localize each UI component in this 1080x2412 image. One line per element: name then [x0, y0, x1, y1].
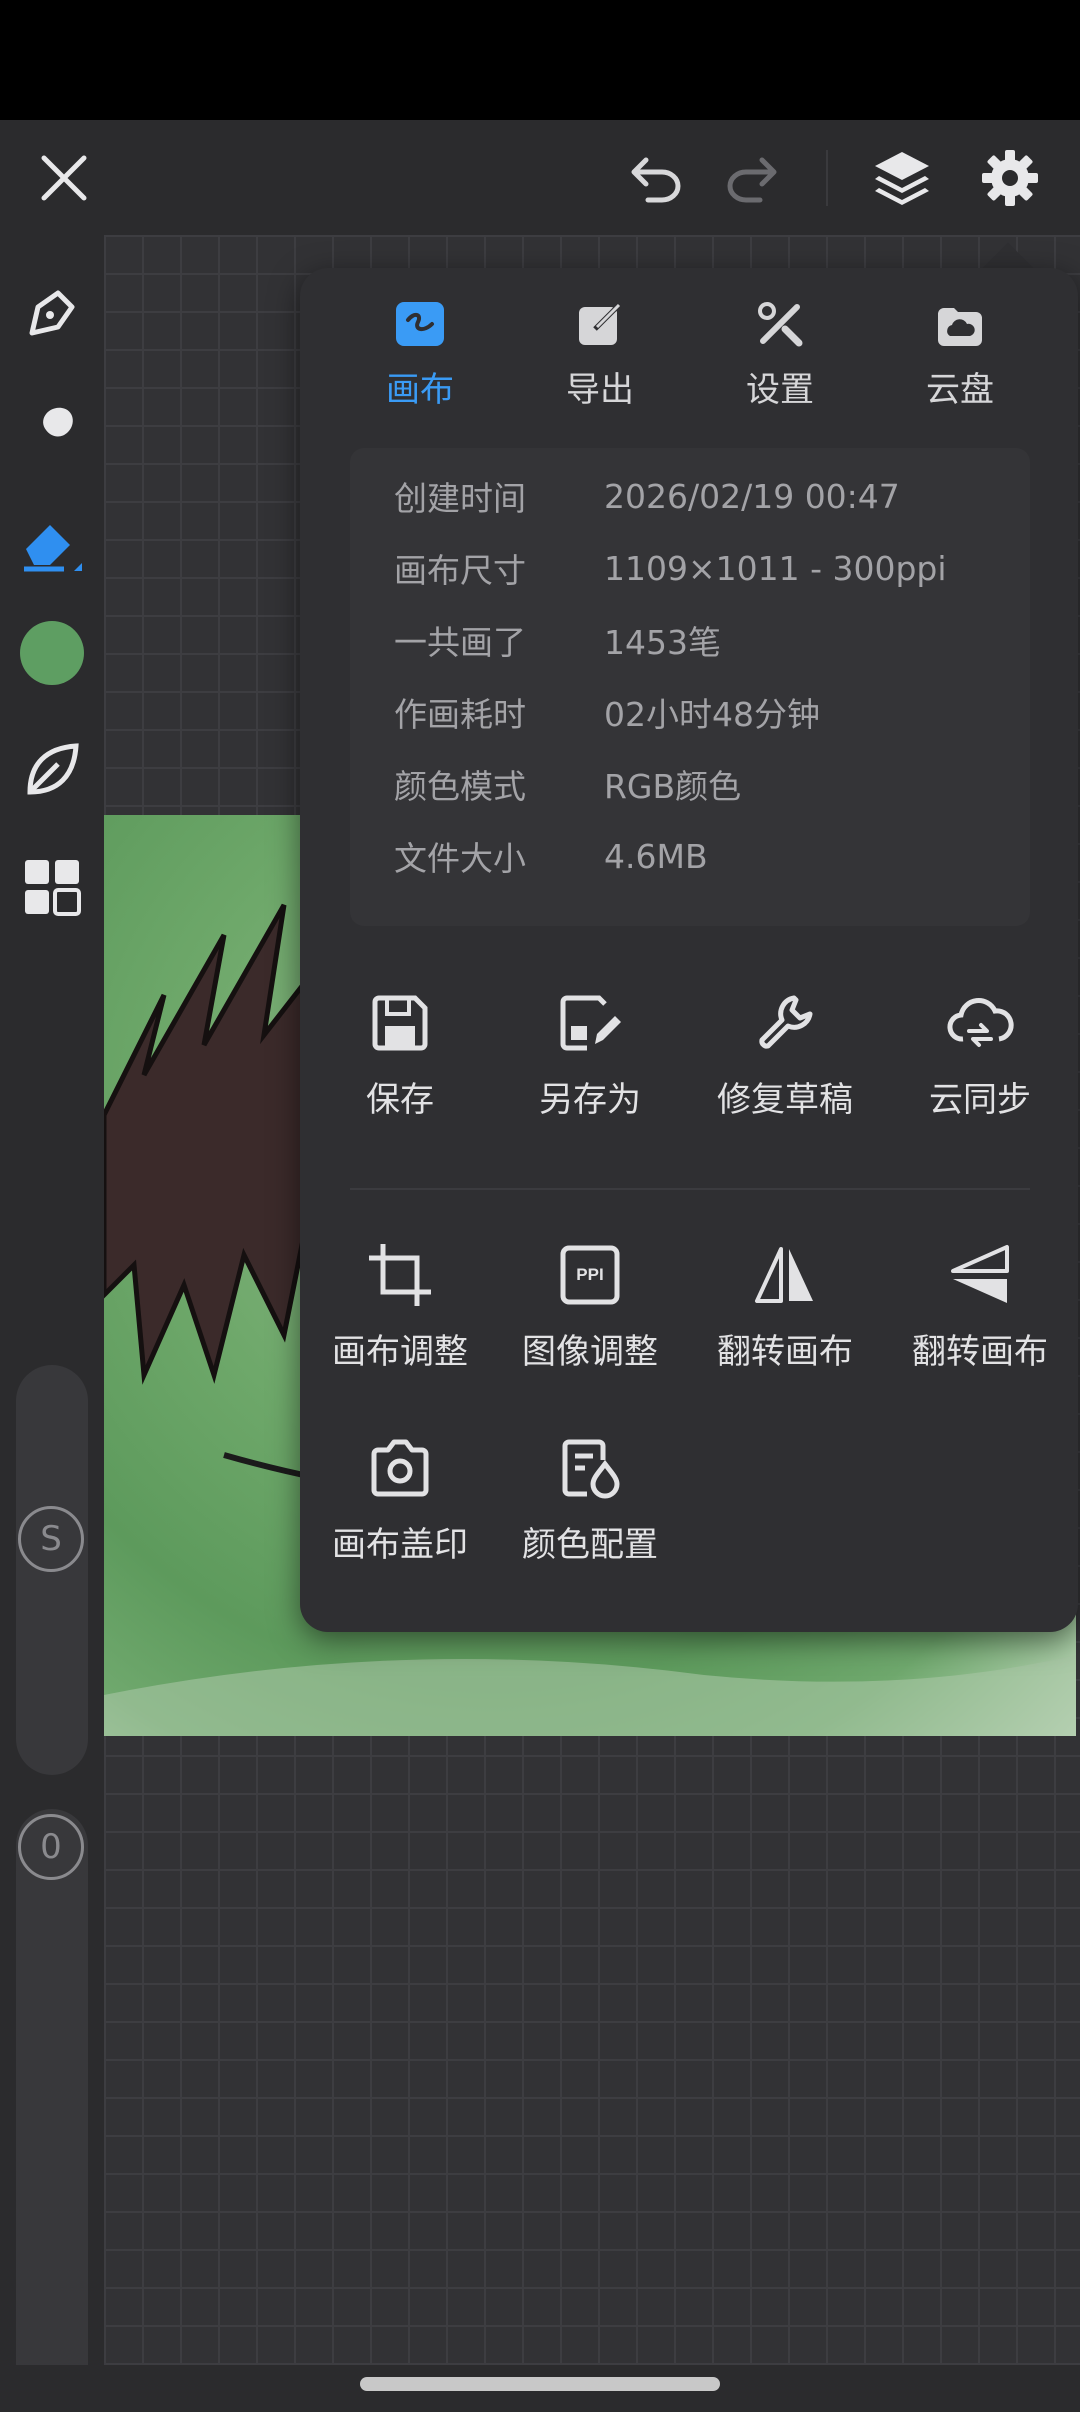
- cloud-sync-icon: [945, 988, 1015, 1058]
- flip-horizontal-label: 翻转画布: [717, 1332, 853, 1372]
- color-profile-label: 颜色配置: [522, 1525, 658, 1565]
- ppi-icon-text: PPI: [576, 1265, 604, 1284]
- brush-size-knob[interactable]: S: [18, 1506, 84, 1572]
- flip-horizontal-button[interactable]: 翻转画布: [690, 1240, 880, 1390]
- save-as-button[interactable]: 另存为: [495, 988, 685, 1138]
- color-swatch: [20, 621, 84, 685]
- canvas-settings-panel: 画布 导出 设置 云盘 创建时间 2026/02/19 00:47 画布尺寸 1…: [300, 268, 1078, 1632]
- pen-tool-button[interactable]: [14, 275, 90, 351]
- undo-button[interactable]: [618, 140, 694, 216]
- left-toolbar: S 0: [0, 235, 104, 2412]
- repair-draft-button[interactable]: 修复草稿: [690, 988, 880, 1138]
- info-key: 文件大小: [394, 839, 526, 878]
- wrench-icon: [750, 988, 820, 1058]
- info-row-duration: 作画耗时 02小时48分钟: [394, 684, 820, 740]
- tab-settings[interactable]: 设置: [710, 298, 850, 418]
- flip-vertical-icon: [945, 1240, 1015, 1310]
- app-screen: S 0 画布 导出 设置 云盘 创建时间 2026/02/19 00:47 画布…: [0, 0, 1080, 2412]
- crop-icon: [365, 1240, 435, 1310]
- info-key: 画布尺寸: [394, 551, 526, 590]
- color-profile-icon: [555, 1433, 625, 1503]
- eraser-icon: [24, 525, 82, 572]
- home-indicator[interactable]: [360, 2377, 720, 2391]
- close-icon: [41, 155, 87, 201]
- cloud-sync-label: 云同步: [929, 1080, 1031, 1120]
- cloud-drive-icon: [934, 298, 986, 350]
- toolbar-divider: [826, 150, 828, 206]
- settings-button[interactable]: [972, 140, 1048, 216]
- undo-icon: [631, 157, 681, 203]
- flip-vertical-label: 翻转画布: [912, 1332, 1048, 1372]
- ppi-icon: PPI: [555, 1240, 625, 1310]
- canvas-adjust-label: 画布调整: [332, 1332, 468, 1372]
- canvas-icon: [394, 298, 446, 350]
- info-row-created: 创建时间 2026/02/19 00:47: [394, 468, 900, 524]
- eraser-tool-button[interactable]: [14, 507, 90, 583]
- canvas-info-box: 创建时间 2026/02/19 00:47 画布尺寸 1109×1011 - 3…: [350, 448, 1030, 926]
- tab-canvas[interactable]: 画布: [350, 298, 490, 418]
- more-tools-button[interactable]: [14, 849, 90, 925]
- tab-export-label: 导出: [566, 370, 634, 410]
- save-icon: [365, 988, 435, 1058]
- info-value: 1453笔: [604, 623, 721, 662]
- redo-button[interactable]: [714, 140, 790, 216]
- info-row-size: 画布尺寸 1109×1011 - 300ppi: [394, 540, 947, 596]
- color-profile-button[interactable]: 颜色配置: [495, 1433, 685, 1583]
- tab-settings-label: 设置: [746, 370, 814, 410]
- info-key: 一共画了: [394, 623, 526, 662]
- grid-menu-icon: [25, 860, 81, 916]
- tab-cloud-drive[interactable]: 云盘: [890, 298, 1030, 418]
- opacity-slider[interactable]: [16, 1809, 88, 2412]
- save-label: 保存: [366, 1080, 434, 1120]
- info-value: 4.6MB: [604, 836, 708, 876]
- leaf-brush-button[interactable]: [14, 732, 90, 808]
- close-button[interactable]: [26, 140, 102, 216]
- info-value: 1109×1011 - 300ppi: [604, 548, 947, 588]
- smudge-tool-button[interactable]: [14, 390, 90, 466]
- export-icon: [574, 298, 626, 350]
- smudge-icon: [34, 407, 73, 450]
- info-row-strokes: 一共画了 1453笔: [394, 612, 721, 668]
- flip-vertical-button[interactable]: 翻转画布: [885, 1240, 1075, 1390]
- camera-icon: [365, 1433, 435, 1503]
- redo-icon: [727, 157, 777, 203]
- layers-button[interactable]: [864, 140, 940, 216]
- canvas-stamp-label: 画布盖印: [332, 1525, 468, 1565]
- info-value: RGB颜色: [604, 767, 742, 806]
- layers-icon: [875, 152, 929, 205]
- gear-icon: [982, 150, 1038, 206]
- info-value: 2026/02/19 00:47: [604, 476, 900, 516]
- color-picker-button[interactable]: [14, 615, 90, 691]
- image-adjust-button[interactable]: PPI 图像调整: [495, 1240, 685, 1390]
- save-as-icon: [555, 988, 625, 1058]
- image-adjust-label: 图像调整: [522, 1332, 658, 1372]
- panel-divider: [350, 1188, 1030, 1190]
- tab-canvas-label: 画布: [386, 370, 454, 410]
- save-as-label: 另存为: [539, 1080, 641, 1120]
- flip-horizontal-icon: [750, 1240, 820, 1310]
- tab-export[interactable]: 导出: [530, 298, 670, 418]
- canvas-adjust-button[interactable]: 画布调整: [305, 1240, 495, 1390]
- opacity-knob[interactable]: 0: [18, 1814, 84, 1880]
- leaf-icon: [27, 743, 79, 795]
- top-toolbar: [0, 120, 1080, 235]
- repair-draft-label: 修复草稿: [717, 1080, 853, 1120]
- info-row-file-size: 文件大小 4.6MB: [394, 828, 708, 884]
- info-key: 创建时间: [394, 479, 526, 518]
- info-key: 颜色模式: [394, 767, 526, 806]
- cloud-sync-button[interactable]: 云同步: [885, 988, 1075, 1138]
- save-button[interactable]: 保存: [305, 988, 495, 1138]
- info-value: 02小时48分钟: [604, 695, 820, 734]
- info-row-color-mode: 颜色模式 RGB颜色: [394, 756, 741, 812]
- tab-cloud-drive-label: 云盘: [926, 370, 994, 410]
- status-bar: [0, 0, 1080, 120]
- tools-icon: [754, 298, 806, 350]
- pen-icon: [29, 290, 75, 336]
- canvas-stamp-button[interactable]: 画布盖印: [305, 1433, 495, 1583]
- info-key: 作画耗时: [394, 695, 526, 734]
